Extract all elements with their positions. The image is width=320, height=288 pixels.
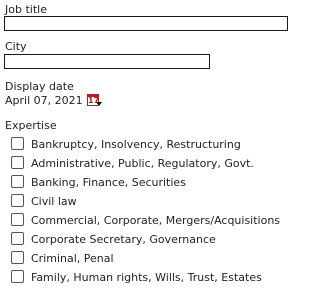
display-date-label: Display date [5, 80, 74, 93]
expertise-option-label: Administrative, Public, Regulatory, Govt… [31, 157, 254, 170]
job-title-input[interactable] [4, 16, 288, 31]
expertise-option-label: Banking, Finance, Securities [31, 176, 186, 189]
checkbox[interactable] [11, 232, 24, 245]
expertise-option-label: Commercial, Corporate, Mergers/Acquisiti… [31, 214, 281, 227]
checkbox[interactable] [11, 156, 24, 169]
dropdown-arrow-icon [96, 102, 102, 106]
checkbox[interactable] [11, 270, 24, 283]
expertise-option-label: Criminal, Penal [31, 252, 114, 265]
checkbox[interactable] [11, 194, 24, 207]
checkbox[interactable] [11, 213, 24, 226]
expertise-option[interactable]: Family, Human rights, Wills, Trust, Esta… [0, 269, 288, 287]
checkbox[interactable] [11, 175, 24, 188]
expertise-option[interactable]: Criminal, Penal [0, 250, 288, 268]
checkbox[interactable] [11, 251, 24, 264]
checkbox[interactable] [11, 137, 24, 150]
display-date-value: April 07, 2021 [5, 94, 83, 107]
expertise-option[interactable]: Civil law [0, 193, 288, 211]
city-input[interactable] [4, 54, 210, 69]
expertise-option-label: Civil law [31, 195, 77, 208]
expertise-option[interactable]: Administrative, Public, Regulatory, Govt… [0, 155, 288, 173]
expertise-option[interactable]: Bankruptcy, Insolvency, Restructuring [0, 136, 288, 154]
calendar-icon[interactable]: 17 [87, 94, 102, 107]
expertise-option[interactable]: Banking, Finance, Securities [0, 174, 288, 192]
expertise-label: Expertise [5, 119, 57, 132]
expertise-option-label: Bankruptcy, Insolvency, Restructuring [31, 138, 241, 151]
job-search-form: Job title City Display date April 07, 20… [0, 0, 288, 288]
job-title-label: Job title [5, 3, 47, 16]
city-label: City [5, 40, 27, 53]
expertise-option-label: Corporate Secretary, Governance [31, 233, 216, 246]
expertise-option-label: Family, Human rights, Wills, Trust, Esta… [31, 271, 262, 284]
expertise-option[interactable]: Commercial, Corporate, Mergers/Acquisiti… [0, 212, 288, 230]
expertise-option[interactable]: Corporate Secretary, Governance [0, 231, 288, 249]
